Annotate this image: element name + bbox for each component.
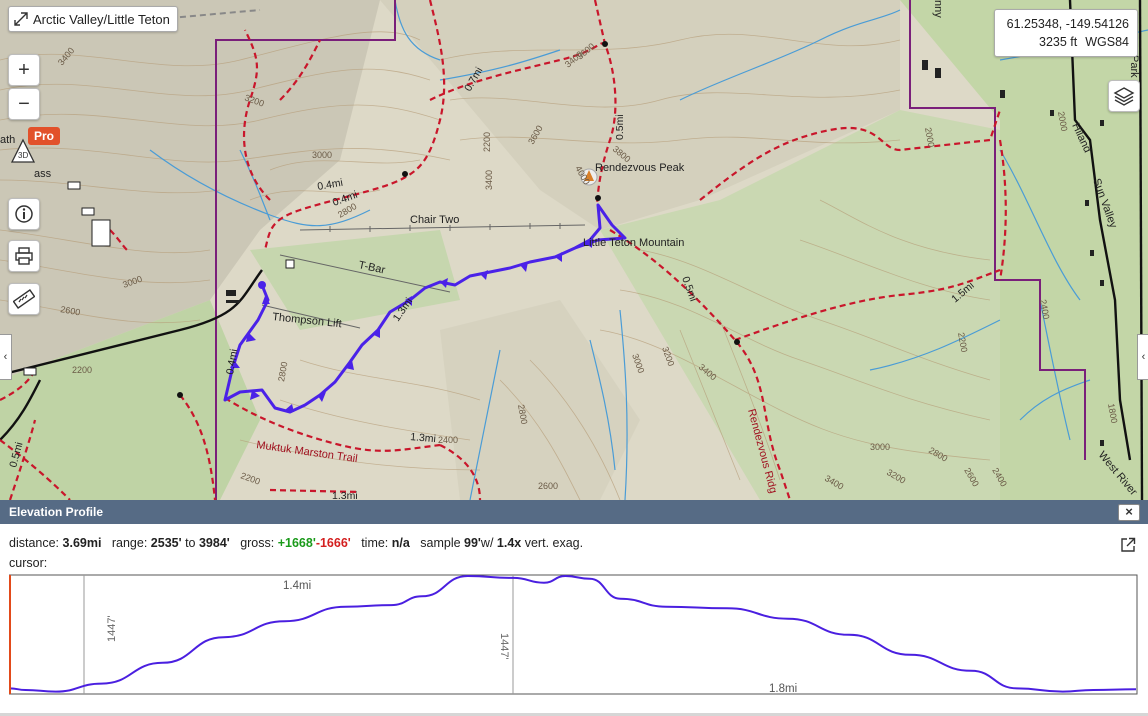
minus-icon: − xyxy=(18,92,30,115)
elevation-chart[interactable]: 1.4mi 1.8mi 1447' 1447' xyxy=(9,574,1139,696)
svg-text:3D: 3D xyxy=(18,151,28,160)
dist-label: 1.3mi xyxy=(332,490,358,500)
dist-label: 1.3mi xyxy=(410,431,437,445)
contour-label: 2200 xyxy=(72,365,92,375)
label-ass: ass xyxy=(34,168,52,180)
print-icon xyxy=(15,247,33,265)
pro-badge[interactable]: Pro xyxy=(28,127,61,145)
chevron-left-icon: ‹ xyxy=(3,351,8,363)
exag-label: vert. exag. xyxy=(524,536,584,550)
contour-label: 3400 xyxy=(484,170,494,190)
zoom-in-button[interactable]: + xyxy=(8,54,40,86)
map-view[interactable]: Rendezvous Peak Little Teton Mountain Ch… xyxy=(0,0,1148,500)
plus-icon: + xyxy=(18,58,30,81)
expand-icon[interactable] xyxy=(13,11,29,27)
left-panel-toggle[interactable]: ‹ xyxy=(0,334,12,380)
distance-value: 3.69mi xyxy=(62,536,102,550)
zoom-out-button[interactable]: − xyxy=(8,88,40,120)
contour-label: 3000 xyxy=(312,150,332,160)
cursor-readout: cursor: xyxy=(9,556,48,570)
dist-label: 0.5mi xyxy=(614,114,626,140)
map-title: Arctic Valley/Little Teton xyxy=(33,11,170,27)
info-button[interactable] xyxy=(8,198,40,230)
segment-distance-label: 1.8mi xyxy=(769,683,797,695)
label-chair-two: Chair Two xyxy=(410,214,459,226)
gain-value: +1668' xyxy=(277,536,316,550)
coordinate-readout: 61.25348, -149.54126 3235 ft WGS84 xyxy=(994,9,1138,57)
print-button[interactable] xyxy=(8,240,40,272)
sample-value: 99' xyxy=(464,536,481,550)
close-button[interactable]: × xyxy=(1118,504,1140,521)
contour-label: 2200 xyxy=(482,132,492,152)
range-high: 3984' xyxy=(198,536,230,550)
ruler-icon xyxy=(13,289,35,309)
contour-label: 2400 xyxy=(438,435,458,445)
topo-map[interactable]: Rendezvous Peak Little Teton Mountain Ch… xyxy=(0,0,1148,500)
datum: WGS84 xyxy=(1085,35,1129,49)
range-to: to xyxy=(185,536,196,550)
contour-label: 2600 xyxy=(538,481,558,491)
sample-w: w/ xyxy=(480,536,494,550)
segment-gain-label: 1447' xyxy=(106,615,118,642)
label-little-teton: Little Teton Mountain xyxy=(583,237,684,249)
chart-frame xyxy=(9,574,1138,695)
distance-label: distance: xyxy=(9,536,60,550)
panel-title: Elevation Profile xyxy=(9,505,104,519)
external-link-icon[interactable] xyxy=(1120,537,1136,553)
info-icon xyxy=(15,205,33,223)
time-value: n/a xyxy=(391,536,410,550)
contour-label: 3000 xyxy=(870,442,890,452)
right-panel-toggle[interactable]: ‹ xyxy=(1137,334,1148,380)
loss-value: -1666' xyxy=(315,536,351,550)
segment-gain-label: 1447' xyxy=(498,633,510,660)
cursor-elevation: 3235 ft xyxy=(1039,35,1078,49)
segment-distance-label: 1.4mi xyxy=(283,580,311,592)
layers-button[interactable] xyxy=(1108,80,1140,112)
time-label: time: xyxy=(361,536,389,550)
chevron-left-icon: ‹ xyxy=(1141,351,1146,363)
gross-label: gross: xyxy=(240,536,275,550)
label-rendezvous-peak: Rendezvous Peak xyxy=(595,162,685,174)
sample-label: sample xyxy=(420,536,461,550)
latlon: 61.25348, -149.54126 xyxy=(1006,17,1129,31)
range-label: range: xyxy=(111,536,148,550)
range-low: 2535' xyxy=(150,536,182,550)
elevation-stats: distance: 3.69mi range: 2535' to 3984' g… xyxy=(9,536,583,550)
map-title-box[interactable]: Arctic Valley/Little Teton xyxy=(8,6,178,32)
elevation-panel-header: Elevation Profile × xyxy=(0,500,1148,524)
layers-icon xyxy=(1113,87,1135,106)
exag-value: 1.4x xyxy=(496,536,522,550)
label-park: Park xyxy=(1128,55,1140,78)
measure-button[interactable] xyxy=(8,283,40,315)
label-nny: nny xyxy=(932,0,944,18)
